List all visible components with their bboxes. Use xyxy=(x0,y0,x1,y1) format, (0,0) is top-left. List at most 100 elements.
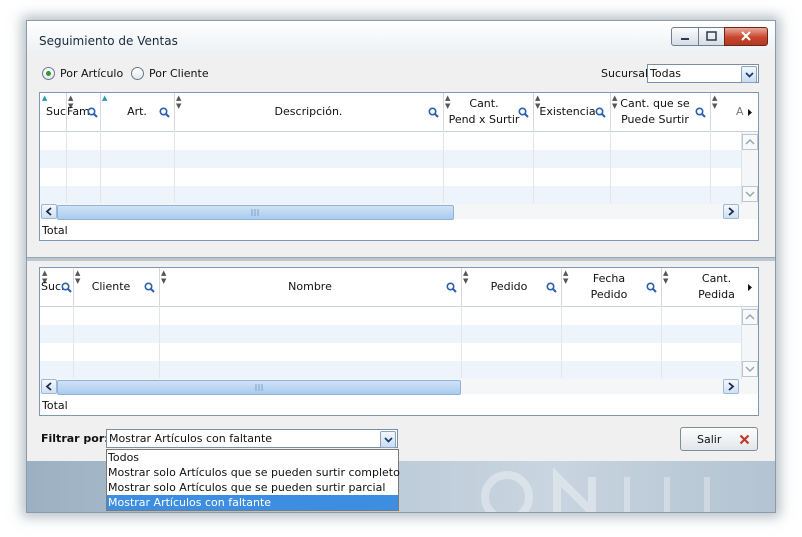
column-header-cant-surtir[interactable]: ▲ ▼ Cant. que se Puede Surtir xyxy=(610,93,711,131)
scroll-right-button[interactable] xyxy=(723,379,739,394)
table-row[interactable] xyxy=(40,186,742,204)
column-divider xyxy=(561,306,562,378)
column-header-descripcion[interactable]: ▲ ▼ Descripción. xyxy=(174,93,444,131)
close-x-icon xyxy=(739,434,750,445)
column-label: Descripción. xyxy=(274,105,343,118)
filter-dropdown-list[interactable]: Todos Mostrar solo Artículos que se pued… xyxy=(106,449,400,511)
sucursal-label: Sucursal xyxy=(601,67,649,80)
scroll-up-button[interactable] xyxy=(742,309,758,325)
filter-option-todos[interactable]: Todos xyxy=(107,450,398,465)
column-header-partial[interactable]: ▲ ▼ A xyxy=(710,93,758,131)
horizontal-scroll-thumb[interactable] xyxy=(57,380,461,395)
close-window-button[interactable] xyxy=(724,27,768,46)
minimize-icon xyxy=(681,38,689,40)
column-header-art[interactable]: ▲ Art. xyxy=(100,93,175,131)
column-divider xyxy=(661,306,662,378)
magnifier-icon[interactable] xyxy=(695,107,706,118)
column-divider xyxy=(174,131,175,203)
radio-indicator[interactable] xyxy=(131,67,144,80)
column-header-existencia[interactable]: ▲ ▼ Existencia xyxy=(533,93,611,131)
scroll-left-button[interactable] xyxy=(41,379,57,394)
column-header-cant-pend[interactable]: ▲ ▼ Cant. Pend x Surtir xyxy=(443,93,534,131)
column-divider xyxy=(73,306,74,378)
vertical-scrollbar[interactable] xyxy=(741,307,758,379)
magnifier-icon[interactable] xyxy=(428,107,439,118)
title-bar[interactable]: Seguimiento de Ventas xyxy=(27,21,775,51)
filter-option-surtir-parcial[interactable]: Mostrar solo Artículos que se pueden sur… xyxy=(107,480,398,495)
magnifier-icon[interactable] xyxy=(446,282,457,293)
table-row[interactable] xyxy=(40,150,742,168)
magnifier-icon[interactable] xyxy=(144,282,155,293)
radio-indicator-selected[interactable] xyxy=(42,67,55,80)
filter-option-con-faltante[interactable]: Mostrar Artículos con faltante xyxy=(107,495,398,510)
magnifier-icon[interactable] xyxy=(87,107,98,118)
chevron-up-icon xyxy=(745,138,755,145)
close-icon xyxy=(741,31,751,41)
table-row[interactable] xyxy=(40,325,742,343)
orders-grid[interactable]: ▲ ▼ Suc. ▲ ▼ Cliente ▲ ▼ Nombre ▲ ▼ Pedido ▲… xyxy=(39,267,759,416)
column-header-suc[interactable]: ▲ Suc xyxy=(40,93,67,131)
radio-por-cliente[interactable]: Por Cliente xyxy=(131,67,209,80)
column-divider xyxy=(159,306,160,378)
table-row[interactable] xyxy=(40,168,742,186)
scroll-left-button[interactable] xyxy=(41,204,57,219)
column-header-cliente[interactable]: ▲ ▼ Cliente xyxy=(73,268,160,306)
column-header-cant-pedida[interactable]: ▲ ▼ Cant. Pedida xyxy=(661,268,758,306)
horizontal-scrollbar[interactable] xyxy=(40,204,758,220)
column-divider xyxy=(710,131,711,203)
column-label: Cant. Pedida xyxy=(698,272,735,301)
column-header-fam[interactable]: ▲ ▼ Fam xyxy=(66,93,101,131)
column-divider xyxy=(443,131,444,203)
dropdown-button[interactable] xyxy=(741,66,757,83)
magnifier-icon[interactable] xyxy=(646,282,657,293)
table-row[interactable] xyxy=(40,307,742,325)
dropdown-button[interactable] xyxy=(380,431,396,448)
orders-grid-header: ▲ ▼ Suc. ▲ ▼ Cliente ▲ ▼ Nombre ▲ ▼ Pedido ▲… xyxy=(40,268,758,307)
scroll-right-columns-icon[interactable] xyxy=(748,109,753,116)
horizontal-scrollbar[interactable] xyxy=(40,379,758,395)
grip-icon xyxy=(255,384,263,391)
scroll-down-button[interactable] xyxy=(742,361,758,377)
chevron-right-icon xyxy=(728,207,735,216)
filter-option-surtir-completo[interactable]: Mostrar solo Artículos que se pueden sur… xyxy=(107,465,400,480)
horizontal-scroll-thumb[interactable] xyxy=(57,205,454,220)
vertical-scrollbar[interactable] xyxy=(741,132,758,204)
column-header-suc[interactable]: ▲ ▼ Suc. xyxy=(40,268,74,306)
column-divider xyxy=(610,131,611,203)
filter-label: Filtrar por: xyxy=(41,432,109,445)
maximize-button[interactable] xyxy=(698,27,725,46)
column-label: Nombre xyxy=(288,280,332,293)
main-window: Seguimiento de Ventas Por Artículo Por C… xyxy=(26,20,776,513)
magnifier-icon[interactable] xyxy=(546,282,557,293)
radio-por-articulo[interactable]: Por Artículo xyxy=(42,67,123,80)
minimize-button[interactable] xyxy=(671,27,699,46)
filter-select[interactable]: Mostrar Artículos con faltante xyxy=(106,429,398,448)
scroll-right-button[interactable] xyxy=(723,204,739,219)
chevron-up-icon xyxy=(745,313,755,320)
column-header-pedido[interactable]: ▲ ▼ Pedido xyxy=(461,268,562,306)
column-divider xyxy=(66,131,67,203)
exit-button-label: Salir xyxy=(697,433,722,446)
column-header-fecha-pedido[interactable]: ▲ ▼ Fecha Pedido xyxy=(561,268,662,306)
chevron-down-icon xyxy=(745,191,755,198)
column-header-nombre[interactable]: ▲ ▼ Nombre xyxy=(159,268,462,306)
table-row[interactable] xyxy=(40,361,742,379)
table-row[interactable] xyxy=(40,132,742,150)
sucursal-select[interactable]: Todas xyxy=(647,64,759,83)
magnifier-icon[interactable] xyxy=(61,282,72,293)
watermark-graphic xyxy=(481,467,710,512)
column-label: Suc xyxy=(46,105,67,118)
magnifier-icon[interactable] xyxy=(159,107,170,118)
chevron-down-icon xyxy=(745,366,755,373)
exit-button[interactable]: Salir xyxy=(680,427,758,451)
table-row[interactable] xyxy=(40,343,742,361)
magnifier-icon[interactable] xyxy=(518,107,529,118)
scroll-down-button[interactable] xyxy=(742,186,758,202)
orders-total-label: Total xyxy=(42,399,68,412)
splitter[interactable] xyxy=(27,257,775,261)
scroll-right-columns-icon[interactable] xyxy=(748,284,753,291)
scroll-up-button[interactable] xyxy=(742,134,758,150)
articles-grid[interactable]: ▲ Suc ▲ ▼ Fam ▲ Art. ▲ ▼ Descripción. ▲ ▼ C… xyxy=(39,92,759,241)
magnifier-icon[interactable] xyxy=(595,107,606,118)
radio-label: Por Cliente xyxy=(149,67,209,80)
